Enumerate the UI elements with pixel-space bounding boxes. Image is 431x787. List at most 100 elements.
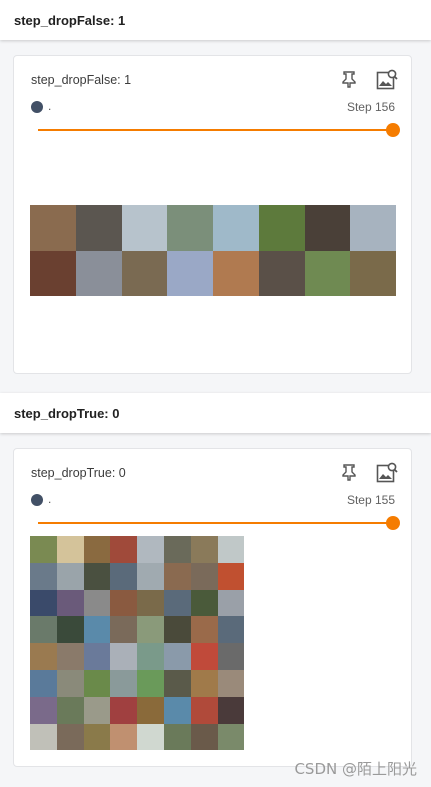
image-thumbnail [350,250,396,296]
image-thumbnail [190,723,218,751]
card-title: step_dropTrue: 0 [31,466,126,480]
image-thumbnail [83,643,111,670]
image-thumbnail [83,562,111,590]
image-thumbnail [83,536,111,563]
image-thumbnail [217,616,245,644]
image-thumbnail [56,696,84,724]
image-thumbnail [137,562,164,590]
slider-thumb[interactable] [386,516,400,530]
image-card-droptrue: step_dropTrue: 0 . Step 155 [13,448,412,767]
slider-thumb[interactable] [386,123,400,137]
step-label: Step 156 [346,100,395,114]
image-thumbnail [217,669,245,697]
image-thumbnail [110,643,138,670]
image-thumbnail [258,205,305,251]
image-thumbnail [30,536,57,563]
run-name: . [48,492,52,506]
image-thumbnail [30,205,76,251]
image-thumbnail [110,723,138,751]
image-thumbnail [83,696,111,724]
image-grid [30,536,245,751]
step-label: Step 155 [346,493,395,507]
image-thumbnail [137,589,164,617]
image-thumbnail [110,589,138,617]
image-thumbnail [30,562,57,590]
image-thumbnail [83,589,111,617]
card-title: step_dropFalse: 1 [31,73,132,87]
image-thumbnail [213,205,259,251]
image-settings-icon[interactable] [376,462,398,484]
image-thumbnail [217,536,245,563]
image-thumbnail [137,669,164,697]
image-thumbnail [304,250,351,296]
image-thumbnail [30,589,57,617]
image-card-dropfalse: step_dropFalse: 1 . Step 156 [13,55,412,374]
image-thumbnail [110,536,138,563]
image-thumbnail [110,669,138,697]
run-name: . [48,99,52,113]
image-thumbnail [30,696,57,724]
section-title: step_dropTrue: 0 [14,405,120,421]
run-color-dot [31,101,43,113]
slider-track [38,129,393,131]
image-thumbnail [110,562,138,590]
image-thumbnail [163,669,191,697]
slider-track [38,522,393,524]
run-color-dot [31,494,43,506]
image-thumbnail [30,669,57,697]
section-title: step_dropFalse: 1 [14,12,126,28]
image-thumbnail [217,562,245,590]
image-thumbnail [163,643,191,670]
watermark: CSDN @陌上阳光 [294,760,417,778]
image-thumbnail [121,205,168,251]
image-thumbnail [137,723,164,751]
image-thumbnail [163,562,191,590]
image-thumbnail [190,643,218,670]
image-thumbnail [110,616,138,644]
image-thumbnail [190,696,218,724]
image-thumbnail [163,589,191,617]
image-thumbnail [213,250,259,296]
image-thumbnail [163,536,191,563]
image-thumbnail [167,205,213,251]
image-thumbnail [75,205,122,251]
image-thumbnail [56,616,84,644]
image-thumbnail [217,643,245,670]
image-thumbnail [30,723,57,751]
image-thumbnail [110,696,138,724]
image-thumbnail [75,250,122,296]
image-thumbnail [217,589,245,617]
image-thumbnail [137,696,164,724]
image-thumbnail [56,723,84,751]
image-settings-icon[interactable] [376,69,398,91]
image-thumbnail [30,250,76,296]
image-thumbnail [190,589,218,617]
image-thumbnail [190,616,218,644]
image-thumbnail [83,669,111,697]
image-grid [30,205,396,296]
image-thumbnail [167,250,213,296]
image-thumbnail [83,616,111,644]
image-thumbnail [163,723,191,751]
image-thumbnail [258,250,305,296]
image-thumbnail [83,723,111,751]
image-thumbnail [137,643,164,670]
image-thumbnail [190,669,218,697]
step-slider[interactable] [38,515,400,531]
pin-icon[interactable] [341,463,357,481]
image-thumbnail [190,562,218,590]
section-header-droptrue[interactable]: step_dropTrue: 0 [0,393,431,433]
image-thumbnail [350,205,396,251]
image-thumbnail [137,616,164,644]
image-thumbnail [163,696,191,724]
image-thumbnail [190,536,218,563]
pin-icon[interactable] [341,70,357,88]
image-thumbnail [121,250,168,296]
image-thumbnail [56,536,84,563]
image-thumbnail [56,562,84,590]
section-header-dropfalse[interactable]: step_dropFalse: 1 [0,0,431,40]
image-thumbnail [217,723,245,751]
image-thumbnail [30,643,57,670]
step-slider[interactable] [38,122,400,138]
image-thumbnail [137,536,164,563]
